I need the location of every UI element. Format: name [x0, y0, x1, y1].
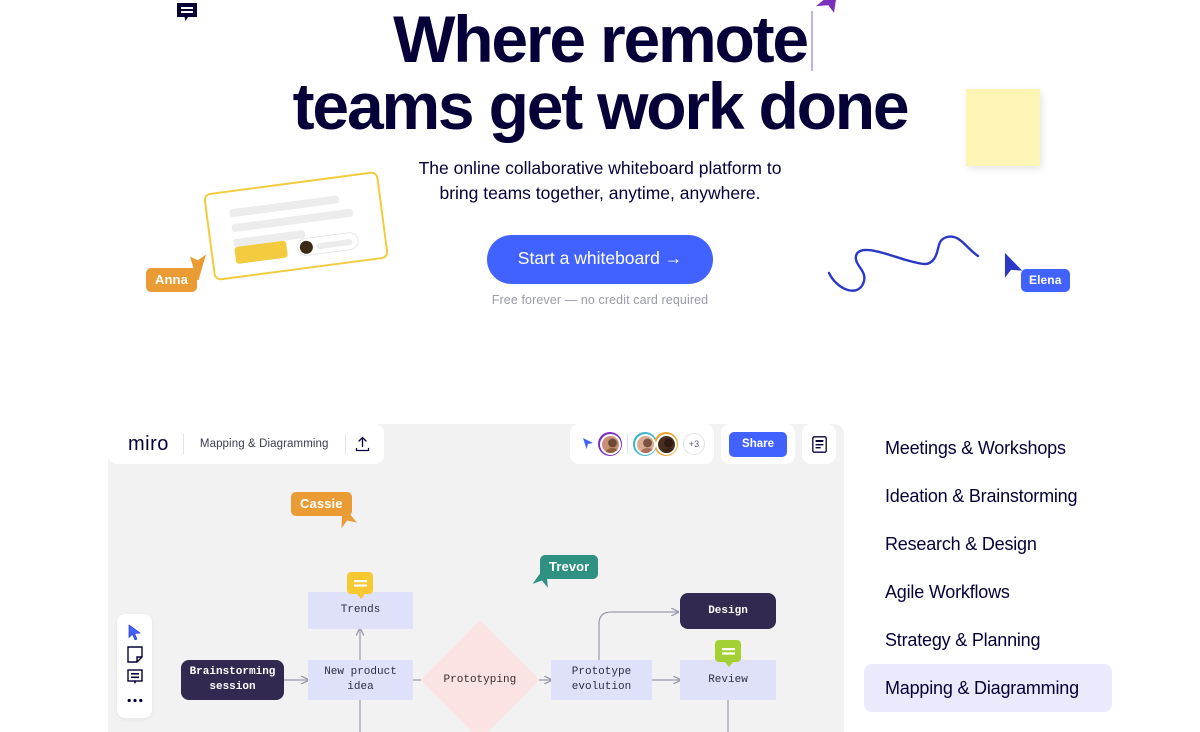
upload-icon[interactable] — [346, 427, 380, 461]
flow-node-label: Review — [708, 673, 748, 686]
menu-item-mapping-diagramming[interactable]: Mapping & Diagramming — [864, 664, 1112, 712]
flow-node-label: Brainstorming session — [189, 666, 276, 693]
flow-node-brainstorming[interactable]: Brainstorming session — [181, 660, 284, 700]
comment-tool-icon[interactable] — [123, 668, 147, 688]
menu-item-meetings-workshops[interactable]: Meetings & Workshops — [864, 424, 1124, 472]
sticky-note-tool-icon[interactable] — [123, 645, 147, 665]
flow-node-label: Trends — [340, 604, 381, 616]
share-container: Share — [721, 424, 795, 464]
flow-node-new-product[interactable]: New product idea — [308, 660, 413, 700]
toolbar-right-group: +3 Share — [570, 424, 836, 464]
menu-item-research-design[interactable]: Research & Design — [864, 520, 1124, 568]
flow-node-label: Prototyping — [443, 673, 517, 686]
board-title[interactable]: Mapping & Diagramming — [184, 438, 345, 450]
more-options-icon[interactable] — [123, 691, 147, 711]
document-icon — [811, 435, 827, 453]
headline-line-1: Where remote — [393, 2, 809, 76]
divider — [627, 434, 629, 454]
follow-cursor-icon[interactable] — [578, 427, 598, 461]
notes-panel-button[interactable] — [802, 424, 836, 464]
cursor-tool-icon[interactable] — [123, 622, 147, 642]
collaborator-overflow-count[interactable]: +3 — [683, 433, 706, 455]
sticky-note[interactable] — [966, 89, 1040, 166]
cursor-label-elena: Elena — [1021, 269, 1070, 292]
flowchart-canvas[interactable]: Brainstorming session New product idea Tre… — [108, 424, 844, 732]
cursor-arrow-cassie-icon — [337, 505, 363, 537]
collaborators: +3 — [570, 424, 715, 464]
menu-item-strategy-planning[interactable]: Strategy & Planning — [864, 616, 1124, 664]
placeholder-bar — [316, 238, 353, 250]
avatar[interactable] — [654, 432, 679, 456]
app-toolbar: miro Mapping & Diagramming +3 Share — [108, 424, 844, 464]
comment-badge-trends[interactable] — [347, 572, 373, 599]
subtitle-line-2: bring teams together, anytime, anywhere. — [439, 183, 761, 203]
flow-node-label: New product idea — [324, 666, 397, 693]
avatar[interactable] — [633, 432, 658, 456]
cursor-arrow-trevor-icon — [527, 565, 553, 596]
landing-page: Where remote teams get work done The onl… — [0, 0, 1200, 732]
start-whiteboard-button[interactable]: Start a whiteboard → — [486, 235, 714, 284]
cursor-label-anna: Anna — [146, 268, 197, 292]
flow-node-label: Design — [708, 604, 748, 617]
canvas-tools — [117, 614, 152, 718]
toolbar-left-group: miro Mapping & Diagramming — [108, 424, 384, 464]
miro-logo[interactable]: miro — [112, 433, 183, 456]
cta-subtext: Free forever — no credit card required — [491, 293, 709, 307]
menu-item-agile-workflows[interactable]: Agile Workflows — [864, 568, 1124, 616]
comment-badge-review[interactable] — [715, 640, 741, 667]
flow-node-label: Prototype evolution — [571, 666, 632, 693]
share-button[interactable]: Share — [729, 431, 787, 457]
comment-lines-icon — [353, 579, 367, 587]
avatar[interactable] — [598, 432, 623, 456]
use-case-menu: Meetings & Workshops Ideation & Brainsto… — [864, 424, 1124, 712]
whiteboard-app-window: Brainstorming session New product idea Tre… — [108, 424, 844, 732]
flow-node-design[interactable]: Design — [680, 593, 776, 629]
avatar — [299, 240, 314, 255]
menu-item-ideation-brainstorming[interactable]: Ideation & Brainstorming — [864, 472, 1124, 520]
flow-node-prototype-evolution[interactable]: Prototype evolution — [551, 660, 652, 700]
drawn-squiggle — [826, 226, 1016, 301]
comment-lines-icon — [721, 647, 735, 655]
